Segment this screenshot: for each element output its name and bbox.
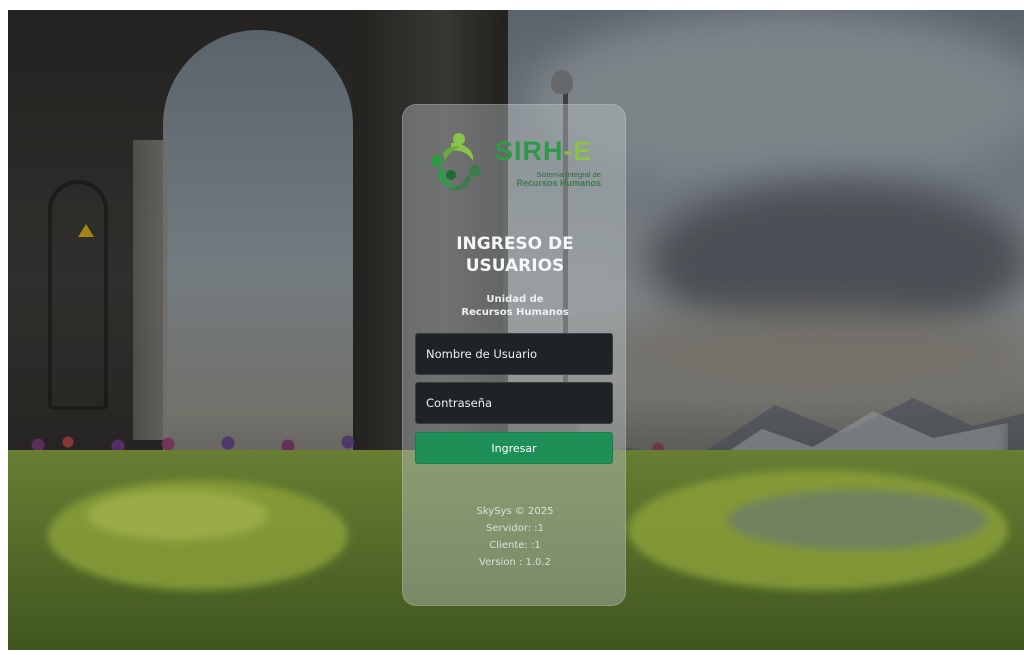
client-text: Cliente: :1 [489,540,541,551]
login-button[interactable]: Ingresar [415,432,613,464]
people-circle-icon [431,133,481,191]
footer-info: SkySys © 2025 Servidor: :1 Cliente: :1 V… [403,503,627,571]
logo: SIRH-E Sistema Integral de Recursos Huma… [429,131,601,201]
logo-subtitle: Sistema Integral de Recursos Humanos [516,170,601,188]
server-text: Servidor: :1 [486,523,544,534]
logo-title: SIRH-E [495,136,593,166]
password-input[interactable] [415,382,613,424]
page-title: INGRESO DE USUARIOS [456,234,574,276]
login-card: SIRH-E Sistema Integral de Recursos Huma… [402,104,626,606]
username-input[interactable] [415,333,613,375]
version-text: Version : 1.0.2 [479,557,551,568]
copyright-text: SkySys © 2025 [476,506,554,517]
unit-label: Unidad de Recursos Humanos [461,294,569,318]
